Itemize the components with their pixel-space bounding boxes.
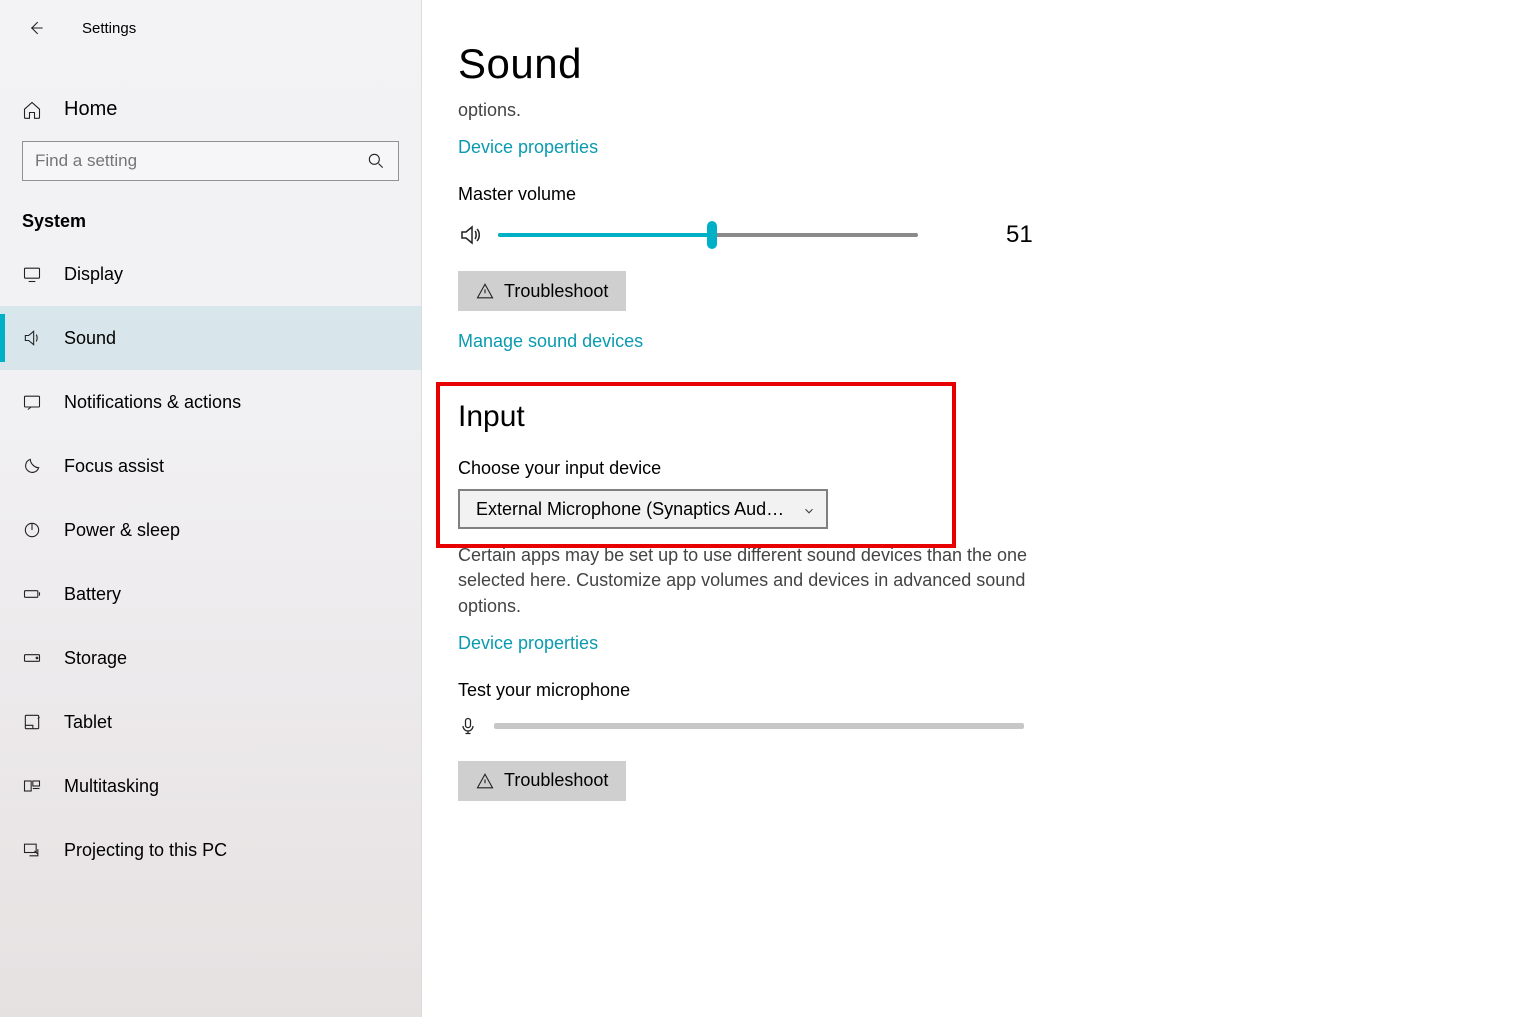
- volume-slider-thumb[interactable]: [707, 221, 717, 249]
- sidebar-item-label: Sound: [64, 328, 116, 349]
- sidebar-item-label: Power & sleep: [64, 520, 180, 541]
- sidebar-item-notifications[interactable]: Notifications & actions: [0, 370, 421, 434]
- search-box[interactable]: [22, 141, 399, 181]
- notifications-icon: [22, 392, 42, 412]
- nav-home-label: Home: [64, 98, 117, 121]
- warning-icon: [476, 772, 494, 790]
- troubleshoot-label: Troubleshoot: [504, 281, 608, 302]
- troubleshoot-label: Troubleshoot: [504, 770, 608, 791]
- sidebar-category: System: [0, 181, 421, 242]
- projecting-icon: [22, 840, 42, 860]
- power-icon: [22, 520, 42, 540]
- sidebar-item-power-sleep[interactable]: Power & sleep: [0, 498, 421, 562]
- volume-slider[interactable]: [498, 233, 918, 237]
- search-icon: [366, 151, 386, 171]
- input-device-dropdown[interactable]: External Microphone (Synaptics Aud…: [458, 489, 828, 529]
- sidebar-item-multitasking[interactable]: Multitasking: [0, 754, 421, 818]
- device-properties-input-link[interactable]: Device properties: [458, 633, 598, 654]
- input-section: Input Choose your input device External …: [458, 400, 1494, 529]
- sidebar-item-display[interactable]: Display: [0, 242, 421, 306]
- nav-home[interactable]: Home: [0, 82, 421, 137]
- app-title: Settings: [82, 20, 136, 37]
- master-volume-label: Master volume: [458, 184, 1494, 205]
- main-content: Sound options. Device properties Master …: [422, 0, 1526, 1017]
- mic-test-row: [458, 713, 1494, 739]
- sidebar-item-tablet[interactable]: Tablet: [0, 690, 421, 754]
- sidebar-item-label: Multitasking: [64, 776, 159, 797]
- volume-value: 51: [1006, 221, 1033, 249]
- display-icon: [22, 264, 42, 284]
- sidebar-item-battery[interactable]: Battery: [0, 562, 421, 626]
- input-heading: Input: [458, 400, 1494, 434]
- sidebar-item-label: Notifications & actions: [64, 392, 241, 413]
- sidebar: Settings Home System Display Sound: [0, 0, 422, 1017]
- battery-icon: [22, 584, 42, 604]
- speaker-icon: [458, 223, 482, 247]
- sidebar-item-label: Projecting to this PC: [64, 840, 227, 861]
- chevron-down-icon: [802, 502, 816, 516]
- input-description: Certain apps may be set up to use differ…: [458, 543, 1058, 619]
- storage-icon: [22, 648, 42, 668]
- sidebar-item-label: Storage: [64, 648, 127, 669]
- sidebar-item-label: Display: [64, 264, 123, 285]
- sidebar-item-sound[interactable]: Sound: [0, 306, 421, 370]
- sidebar-item-label: Tablet: [64, 712, 112, 733]
- sidebar-item-storage[interactable]: Storage: [0, 626, 421, 690]
- titlebar: Settings: [0, 8, 421, 48]
- tablet-icon: [22, 712, 42, 732]
- home-icon: [22, 100, 42, 120]
- master-volume-row: 51: [458, 221, 1494, 249]
- sidebar-item-projecting[interactable]: Projecting to this PC: [0, 818, 421, 882]
- choose-input-label: Choose your input device: [458, 458, 1494, 479]
- output-options-trail: options.: [458, 98, 1058, 123]
- search-input[interactable]: [35, 151, 351, 171]
- input-device-selected: External Microphone (Synaptics Aud…: [476, 499, 784, 520]
- mic-level-bar: [494, 723, 1024, 729]
- multitasking-icon: [22, 776, 42, 796]
- page-title: Sound: [458, 40, 1494, 88]
- sidebar-item-focus-assist[interactable]: Focus assist: [0, 434, 421, 498]
- warning-icon: [476, 282, 494, 300]
- microphone-icon: [458, 713, 478, 739]
- troubleshoot-output-button[interactable]: Troubleshoot: [458, 271, 626, 311]
- manage-sound-devices-link[interactable]: Manage sound devices: [458, 331, 643, 352]
- test-mic-label: Test your microphone: [458, 680, 1494, 701]
- device-properties-link[interactable]: Device properties: [458, 137, 598, 158]
- volume-slider-fill: [498, 233, 712, 237]
- sidebar-item-label: Focus assist: [64, 456, 164, 477]
- arrow-left-icon: [26, 18, 46, 38]
- back-button[interactable]: [16, 8, 56, 48]
- moon-icon: [22, 456, 42, 476]
- sidebar-item-label: Battery: [64, 584, 121, 605]
- sound-icon: [22, 328, 42, 348]
- troubleshoot-input-button[interactable]: Troubleshoot: [458, 761, 626, 801]
